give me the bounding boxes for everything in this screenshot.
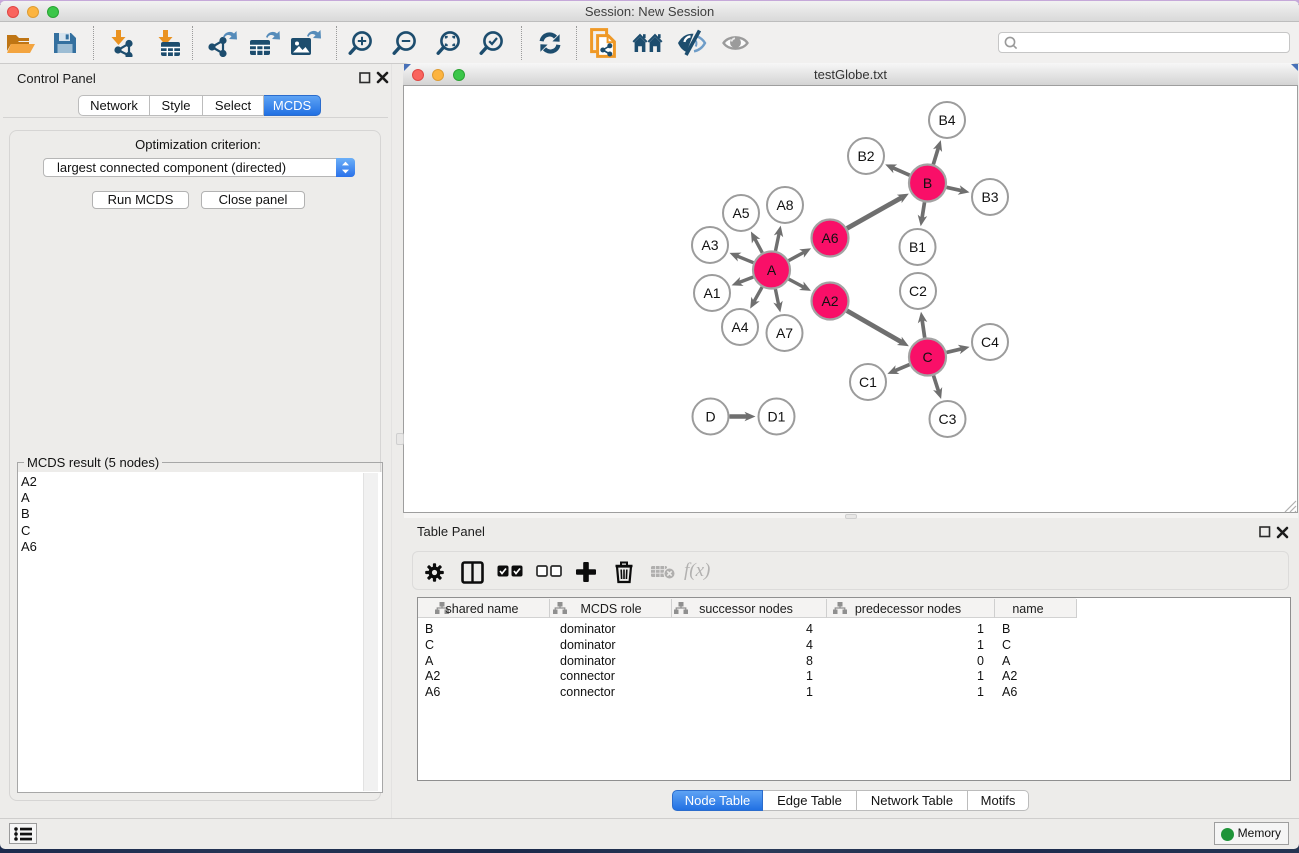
- svg-text:A: A: [767, 262, 777, 278]
- svg-text:A3: A3: [701, 237, 718, 253]
- svg-text:C4: C4: [981, 334, 999, 350]
- svg-text:B1: B1: [909, 239, 926, 255]
- svg-text:C2: C2: [909, 283, 927, 299]
- svg-text:B2: B2: [857, 148, 874, 164]
- svg-text:D1: D1: [768, 408, 786, 424]
- svg-text:C3: C3: [939, 411, 957, 427]
- svg-text:A1: A1: [703, 285, 720, 301]
- svg-text:A2: A2: [821, 293, 838, 309]
- svg-text:A4: A4: [731, 319, 748, 335]
- svg-text:A5: A5: [732, 205, 749, 221]
- svg-text:D: D: [705, 408, 715, 424]
- svg-text:A6: A6: [821, 230, 838, 246]
- svg-text:B: B: [923, 175, 932, 191]
- svg-text:B3: B3: [981, 189, 998, 205]
- svg-text:A8: A8: [776, 197, 793, 213]
- svg-text:C1: C1: [859, 374, 877, 390]
- svg-text:C: C: [922, 349, 932, 365]
- svg-text:B4: B4: [938, 112, 955, 128]
- svg-text:A7: A7: [776, 325, 793, 341]
